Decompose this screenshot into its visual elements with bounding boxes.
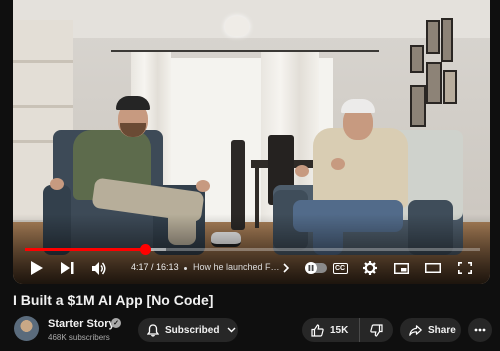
subtitles-button[interactable]: CC xyxy=(330,258,350,278)
play-button[interactable] xyxy=(27,258,45,278)
subscribed-label: Subscribed xyxy=(165,324,220,336)
video-title: I Built a $1M AI App [No Code] xyxy=(13,292,214,308)
dislike-button[interactable] xyxy=(360,318,393,342)
subscriber-count: 468K subscribers xyxy=(48,333,110,342)
autoplay-pause-icon xyxy=(305,262,317,274)
progress-played xyxy=(25,248,146,251)
theater-mode-icon xyxy=(425,263,441,273)
channel-name[interactable]: Starter Story xyxy=(48,318,115,330)
duration: 16:13 xyxy=(156,262,179,272)
like-dislike-group: 15K xyxy=(302,318,393,342)
settings-button[interactable] xyxy=(361,258,379,278)
progress-bar[interactable] xyxy=(25,244,480,255)
verified-check-icon: ✓ xyxy=(111,318,121,328)
fullscreen-icon xyxy=(458,262,472,274)
channel-avatar[interactable] xyxy=(14,316,39,341)
bell-icon xyxy=(147,323,159,337)
cc-label: CC xyxy=(332,262,348,274)
play-icon xyxy=(30,261,43,275)
time-separator: / xyxy=(148,262,157,272)
like-count: 15K xyxy=(330,324,349,336)
more-actions-button[interactable] xyxy=(468,318,492,342)
more-dots-icon xyxy=(474,328,486,332)
settings-gear-icon xyxy=(363,261,377,275)
share-button[interactable]: Share xyxy=(400,318,461,342)
chevron-down-icon xyxy=(227,327,236,333)
thumbs-down-icon xyxy=(370,323,383,337)
share-label: Share xyxy=(428,324,456,336)
thumbs-up-icon xyxy=(311,323,324,337)
subscribed-button[interactable]: Subscribed xyxy=(138,318,238,342)
chevron-right-icon xyxy=(283,263,289,273)
autoplay-toggle[interactable] xyxy=(305,262,327,274)
time-display: 4:17 / 16:13 xyxy=(131,262,179,272)
video-player[interactable]: 4:17 / 16:13 How he launched For... CC xyxy=(13,0,490,284)
volume-button[interactable] xyxy=(90,258,108,278)
chapter-chevron-button[interactable] xyxy=(281,258,291,278)
share-arrow-icon xyxy=(409,324,422,336)
chapter-dot xyxy=(181,260,189,276)
fullscreen-button[interactable] xyxy=(456,258,474,278)
current-time: 4:17 xyxy=(131,262,149,272)
miniplayer-button[interactable] xyxy=(392,258,410,278)
miniplayer-icon xyxy=(393,262,409,274)
volume-icon xyxy=(91,261,107,275)
next-icon xyxy=(60,262,74,274)
like-button[interactable]: 15K xyxy=(302,318,360,342)
theater-mode-button[interactable] xyxy=(423,258,443,278)
chapter-title[interactable]: How he launched For... xyxy=(193,262,281,272)
next-button[interactable] xyxy=(58,258,76,278)
